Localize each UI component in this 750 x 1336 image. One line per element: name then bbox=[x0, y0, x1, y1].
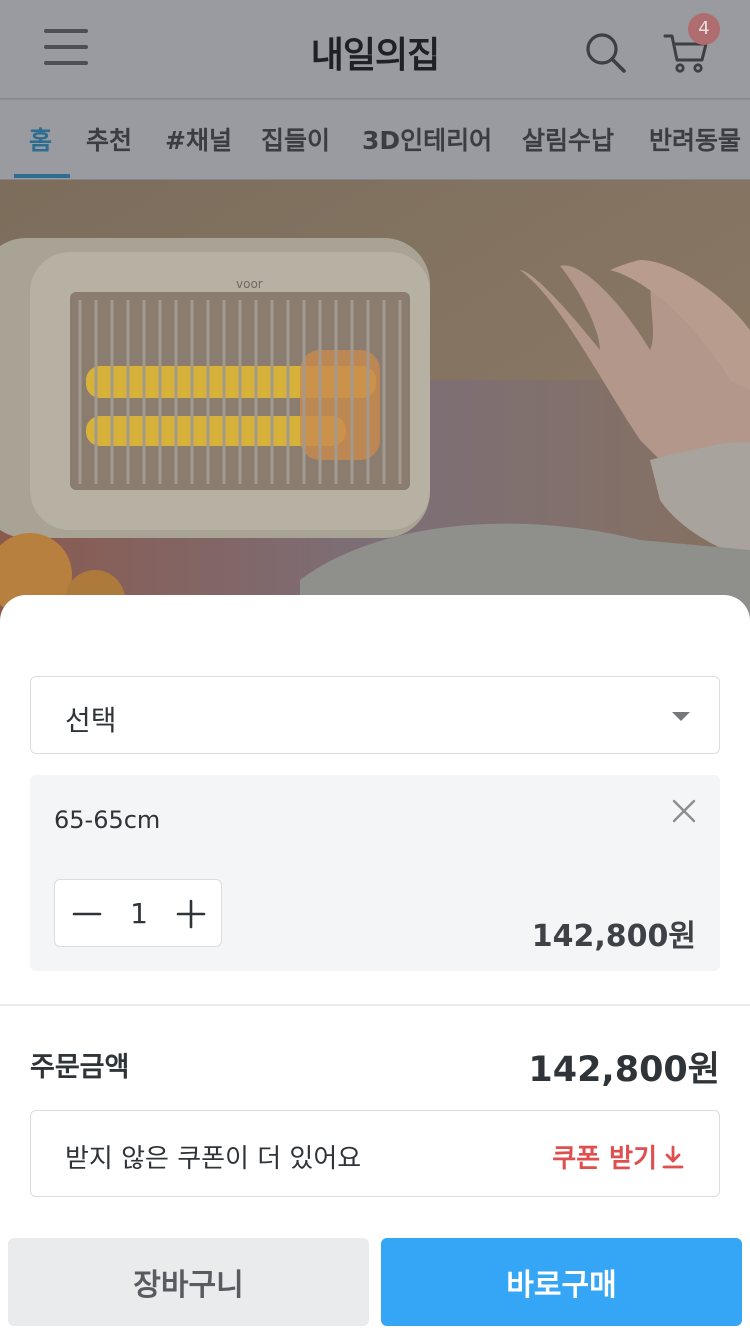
quantity-value[interactable]: 1 bbox=[115, 897, 163, 930]
option-price: 142,800원 bbox=[531, 919, 696, 954]
tab-housewarming[interactable]: 집들이 bbox=[261, 121, 330, 157]
tab-storage[interactable]: 살림수납 bbox=[522, 121, 614, 157]
heater-photo: voor bbox=[0, 180, 750, 620]
purchase-option-sheet: 선택 65-65cm 1 142,800원 주문금액 142,800원 받지 않… bbox=[0, 595, 750, 1336]
option-select-value: 선택 bbox=[65, 704, 117, 737]
buy-now-button[interactable]: 바로구매 bbox=[381, 1238, 742, 1326]
active-tab-indicator bbox=[14, 174, 70, 178]
plus-icon[interactable] bbox=[169, 892, 213, 936]
tab-pets[interactable]: 반려동물 bbox=[649, 121, 741, 157]
tab-3d-interior[interactable]: 3D인테리어 bbox=[362, 121, 492, 157]
minus-icon[interactable] bbox=[65, 892, 109, 936]
selected-option-card: 65-65cm 1 142,800원 bbox=[30, 775, 720, 971]
chevron-down-icon bbox=[672, 712, 690, 721]
hero-banner-image[interactable]: voor bbox=[0, 180, 750, 620]
option-name: 65-65cm bbox=[54, 806, 161, 834]
get-coupon-label: 쿠폰 받기 bbox=[552, 1144, 657, 1174]
tab-home[interactable]: 홈 bbox=[29, 121, 52, 157]
heater-brand-text: voor bbox=[236, 277, 263, 291]
app-logo[interactable]: 내일의집 bbox=[0, 26, 750, 78]
order-total-label: 주문금액 bbox=[30, 1052, 130, 1083]
quantity-stepper: 1 bbox=[54, 879, 222, 947]
get-coupon-button[interactable]: 쿠폰 받기 bbox=[552, 1138, 685, 1175]
cart-count-badge: 4 bbox=[688, 13, 720, 45]
order-total-price: 142,800원 bbox=[528, 1050, 720, 1090]
tab-channel[interactable]: #채널 bbox=[165, 121, 232, 157]
option-select-dropdown[interactable]: 선택 bbox=[30, 676, 720, 754]
section-divider bbox=[0, 1004, 750, 1006]
tab-recommend[interactable]: 추천 bbox=[86, 121, 132, 157]
top-app-bar: 내일의집 bbox=[0, 0, 750, 99]
coupon-message: 받지 않은 쿠폰이 더 있어요 bbox=[65, 1144, 362, 1174]
category-tab-bar: 홈 추천 #채널 집들이 3D인테리어 살림수납 반려동물 bbox=[0, 100, 750, 180]
close-icon[interactable] bbox=[669, 796, 699, 826]
download-icon bbox=[662, 1145, 684, 1168]
search-icon[interactable] bbox=[584, 31, 628, 75]
add-to-cart-button[interactable]: 장바구니 bbox=[8, 1238, 369, 1326]
coupon-banner[interactable]: 받지 않은 쿠폰이 더 있어요 쿠폰 받기 bbox=[30, 1110, 720, 1197]
